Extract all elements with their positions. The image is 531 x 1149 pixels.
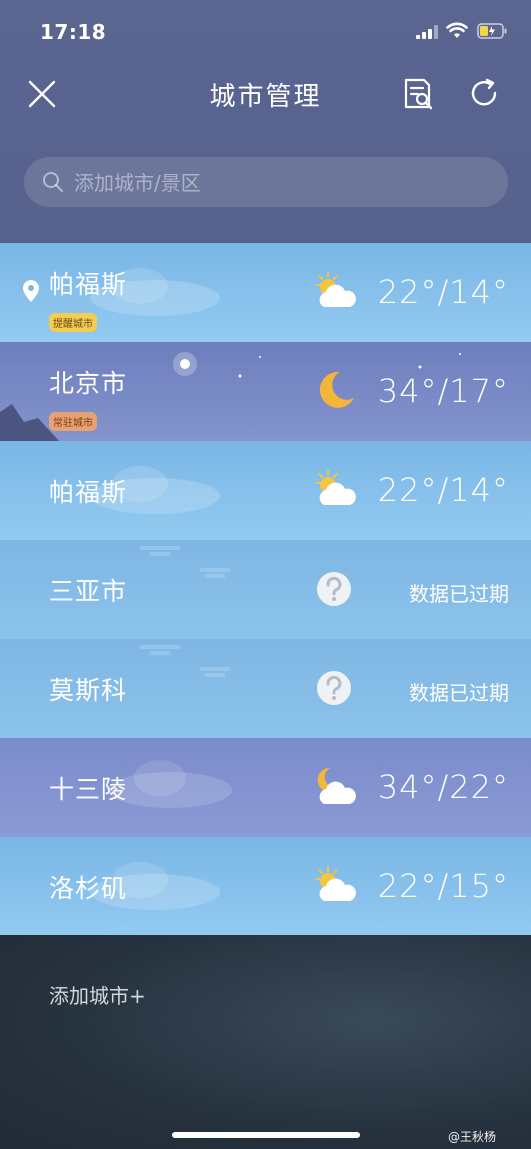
nav-bar: 城市管理 [0,64,531,124]
city-name: 十三陵 [49,775,128,804]
location-pin-icon [23,280,39,302]
city-name: 莫斯科 [49,676,128,705]
watermark: @王秋杨 [448,1130,497,1144]
reminder-badge: 提醒城市 [49,313,97,332]
wifi-icon [446,22,468,38]
question-icon [317,671,351,705]
status-time: 17:18 [40,20,107,44]
haze-decoration [140,546,230,578]
city-name: 三亚市 [49,577,128,606]
partly-cloudy-day-icon [315,470,356,505]
haze-decoration [140,645,230,677]
search-input[interactable] [72,157,476,209]
resident-badge: 常驻城市 [49,412,97,431]
page-title: 城市管理 [209,82,322,112]
temperature-range: 34°/17° [377,372,509,410]
search-icon [43,172,63,192]
city-row-moscow[interactable]: 莫斯科 数据已过期 [0,639,531,739]
home-indicator[interactable] [172,1132,360,1138]
crescent-moon-icon [319,371,354,408]
city-row-beijing[interactable]: 北京市 常驻城市 34°/17° [0,342,531,442]
refresh-icon[interactable] [465,74,503,112]
partly-cloudy-day-icon [315,272,356,307]
cellular-signal-icon [416,25,438,39]
city-name: 北京市 [49,369,128,398]
search-box[interactable] [24,157,508,209]
city-name: 洛杉矶 [49,874,128,903]
temperature-range: 22°/14° [377,273,509,311]
status-bar: 17:18 [0,0,531,64]
partly-cloudy-day-icon [315,866,356,901]
city-name: 帕福斯 [49,270,128,299]
question-icon [317,572,351,606]
temperature-range: 34°/22° [377,768,509,806]
data-expired-label: 数据已过期 [409,681,509,705]
data-expired-label: 数据已过期 [409,582,509,606]
city-row-sanya[interactable]: 三亚市 数据已过期 [0,540,531,640]
bottom-area [0,935,531,1149]
edit-list-icon[interactable] [398,74,438,114]
city-row-los-angeles[interactable]: 洛杉矶 22°/15° [0,837,531,937]
city-row-pafos[interactable]: 帕福斯 提醒城市 22°/14° [0,243,531,343]
temperature-range: 22°/15° [377,867,509,905]
partly-cloudy-night-icon [317,767,356,804]
city-row-shisanling[interactable]: 十三陵 34°/22° [0,738,531,838]
city-name: 帕福斯 [49,478,128,507]
temperature-range: 22°/14° [377,471,509,509]
city-row-pafos-2[interactable]: 帕福斯 22°/14° [0,441,531,541]
add-city-button[interactable]: 添加城市+ [49,980,146,1009]
battery-charging-icon [477,23,507,39]
